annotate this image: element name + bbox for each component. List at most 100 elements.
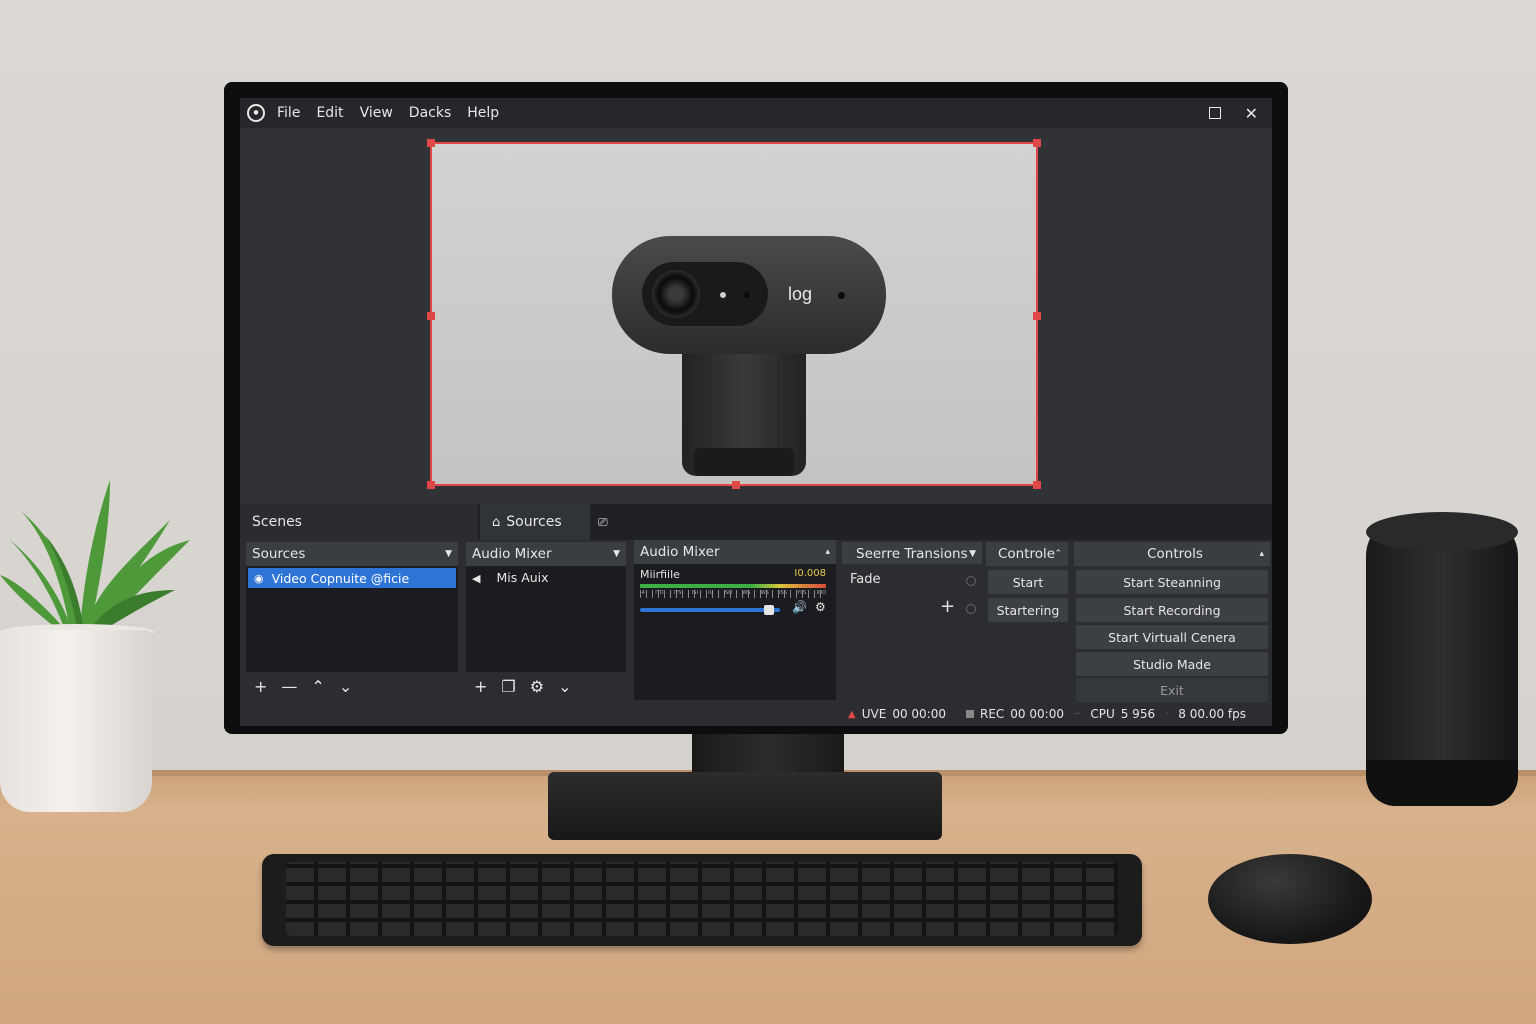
caret-down-icon: ▼ [613,549,620,559]
float-icon: ▴ [1259,549,1264,559]
webcam-mic [744,292,750,298]
volume-slider[interactable] [640,608,780,612]
status-bar: ▲ UVE 00 00:00 REC 00 00:00 ·· CPU 5 956… [240,702,1272,726]
menu-view[interactable]: View [354,105,403,121]
dock-tabs: Scenes ⌂ Sources ⎚ [240,504,1272,540]
controls-header[interactable]: Controls ▴ [1074,542,1270,566]
meter-tick-label: WS [742,590,751,596]
monitor-stand-base [548,772,942,840]
radio-icon[interactable] [966,604,976,614]
audio-mixer-toolbar: + ❐ ⚙ ⌄ [466,672,626,700]
resize-handle-right[interactable] [1033,312,1041,320]
volume-icons: 🔊 ⚙ [792,600,826,614]
preview-canvas[interactable]: log [427,139,1041,489]
sources-list: ◉ Video Copnuite @ficie [246,566,458,672]
speaker-icon[interactable]: 🔊 [792,600,807,614]
webcam-foot [694,448,794,476]
exit-button[interactable]: Exit [1076,678,1268,702]
minus-icon[interactable]: — [281,677,297,696]
volume-slider-handle[interactable] [763,605,774,615]
resize-handle-tr[interactable] [1033,139,1041,147]
tab-sources[interactable]: ⌂ Sources [480,504,590,540]
plus-icon[interactable]: + [474,677,487,696]
menu-edit[interactable]: Edit [310,105,353,121]
preview-area: log [240,128,1272,504]
tab-scenes-label: Scenes [252,514,302,530]
resize-handle-left[interactable] [427,312,435,320]
list-item[interactable]: ◀ Mis Auix [472,570,549,585]
meter-tick-label: IOO [816,590,826,596]
maximize-button[interactable] [1208,104,1221,123]
house-icon: ⌂ [492,514,501,530]
window-controls: ✕ [1208,98,1258,128]
transitions-title: Seerre Transions [856,546,968,562]
sources-panel-header[interactable]: Sources ▼ [246,542,458,566]
cpu-value: 5 956 [1120,707,1156,721]
tab-scenes[interactable]: Scenes [240,504,478,540]
resize-handle-br[interactable] [1033,481,1041,489]
audio-mixer-list: ◀ Mis Auix [466,566,626,672]
start-virtual-camera-button[interactable]: Start Virtuall Cenera [1076,625,1268,649]
chevron-down-icon[interactable]: ⌄ [558,677,571,696]
meter-channel-name: Miirfiile [640,568,680,581]
audio-mixer-header[interactable]: Audio Mixer ▼ [466,542,626,566]
audio-meter-body: Miirfiile I0.008 -4 ITD ITS ISI IU ISO WS WS ISS… [634,564,836,700]
menu-docks[interactable]: Dacks [403,105,461,121]
separator: ·· [1073,708,1081,720]
plus-icon[interactable]: + [254,677,267,696]
volume-meter-tick-labels: -4 ITD ITS ISI IU ISO WS WS ISS YIIS IOO [640,590,826,596]
audio-meter-header[interactable]: Audio Mixer ▴ [634,540,836,564]
meter-tick-label: WS [760,590,769,596]
source-eye-icon[interactable]: ◉ [254,572,264,585]
settings-cog-icon[interactable]: ⚙ [815,600,826,614]
dock-panels: Sources ▼ ◉ Video Copnuite @ficie + — ⌃ … [240,540,1272,710]
separator: · [1165,708,1169,720]
resize-handle-tl[interactable] [427,139,435,147]
close-button[interactable]: ✕ [1245,104,1258,123]
tab-sources-label: Sources [506,514,562,530]
transitions-header[interactable]: Seerre Transions ▼ [842,542,982,566]
keyboard-keys [286,862,1118,936]
webcam-image: log [612,236,886,484]
chevron-up-icon[interactable]: ⌃ [311,677,324,696]
live-time: 00 00:00 [892,707,946,721]
start-recording-button[interactable]: Start Recording [1076,598,1268,622]
webcam-light [720,292,726,298]
float-icon: ▴ [825,547,830,557]
meter-tick-label: ISO [723,590,733,596]
copy-icon[interactable]: ❐ [501,677,515,696]
rec-time: 00 00:00 [1010,707,1064,721]
meter-tick-label: ITD [655,590,664,596]
caret-down-icon: ▼ [445,549,452,559]
menu-bar: ● File Edit View Dacks Help ✕ [240,98,1272,128]
radio-icon[interactable] [966,576,976,586]
maximize-icon [1208,106,1221,119]
start-button[interactable]: Start [988,570,1068,594]
audio-mixer-title: Audio Mixer [472,546,552,562]
startering-button[interactable]: Startering [988,598,1068,622]
sources-toolbar: + — ⌃ ⌄ [246,672,458,700]
transition-select[interactable]: Fade [850,572,881,587]
menu-help[interactable]: Help [461,105,509,121]
plant-pot [0,630,152,812]
start-streaming-button[interactable]: Start Steanning [1076,570,1268,594]
plus-icon[interactable]: + [940,596,955,617]
chevron-down-icon[interactable]: ⌄ [339,677,352,696]
caret-down-icon: ▼ [969,549,976,559]
audio-meter-title: Audio Mixer [640,544,720,560]
gear-icon[interactable]: ⚙ [530,677,544,696]
list-item[interactable]: ◉ Video Copnuite @ficie [248,568,456,588]
mouse [1208,854,1372,944]
controle-header[interactable]: Controle ⌃ [986,542,1068,566]
menu-file[interactable]: File [271,105,310,121]
tab-extra[interactable]: ⎚ [590,504,620,540]
rec-icon [965,710,974,718]
meter-tick-label: IU [708,590,714,596]
webcam-lens [652,270,700,318]
meter-tick-label: YIIS [797,590,807,596]
live-icon: ▲ [848,708,856,720]
resize-handle-bl[interactable] [427,481,435,489]
meter-level-readout: I0.008 [794,568,826,579]
studio-mode-button[interactable]: Studio Made [1076,652,1268,676]
rec-label: REC [979,707,1005,721]
